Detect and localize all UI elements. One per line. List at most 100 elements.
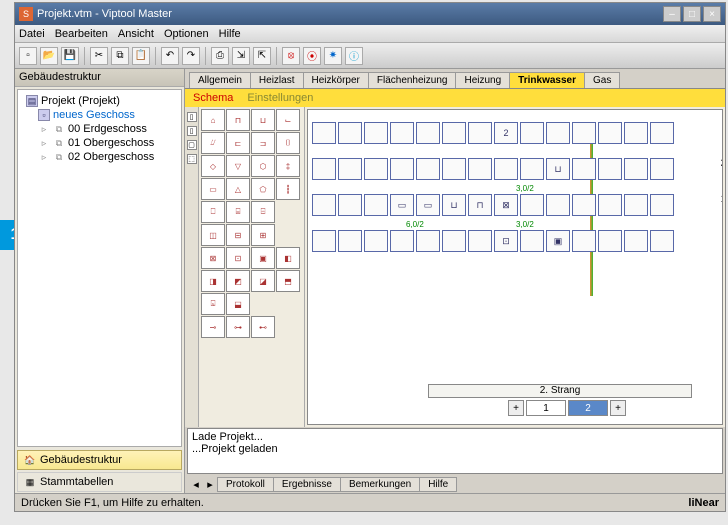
slot[interactable]: [650, 230, 674, 252]
slot[interactable]: ▣: [546, 230, 570, 252]
menu-datei[interactable]: Datei: [19, 28, 45, 40]
slot[interactable]: [364, 230, 388, 252]
slot[interactable]: [624, 122, 648, 144]
slot[interactable]: [520, 122, 544, 144]
slot[interactable]: [312, 194, 336, 216]
tab-allgemein[interactable]: Allgemein: [189, 72, 251, 88]
slot[interactable]: [390, 230, 414, 252]
nav-gebaeudestruktur[interactable]: 🏠 Gebäudestruktur: [17, 450, 182, 470]
tb-copy-icon[interactable]: ⧉: [111, 47, 129, 65]
fixture-icon[interactable]: ⬡: [251, 155, 275, 177]
tb-info-icon[interactable]: ⓘ: [345, 47, 363, 65]
tree[interactable]: ▤ Projekt (Projekt) ▫ neues Geschoss ▹ ⧉…: [17, 89, 182, 447]
slot[interactable]: 2: [494, 122, 518, 144]
fixture-icon[interactable]: ⊷: [251, 316, 275, 338]
fixture-icon[interactable]: ◩: [226, 270, 250, 292]
fixture-icon[interactable]: ⌂: [201, 109, 225, 131]
slot[interactable]: [442, 158, 466, 180]
expand-icon[interactable]: ▹: [38, 151, 50, 163]
expand-icon[interactable]: ▹: [38, 123, 50, 135]
btab-ergebnisse[interactable]: Ergebnisse: [273, 477, 341, 492]
slot[interactable]: ⊡: [494, 230, 518, 252]
rail-btn-3[interactable]: ▢: [187, 140, 197, 150]
fixture-icon[interactable]: ⬓: [226, 293, 250, 315]
btab-protokoll[interactable]: Protokoll: [217, 477, 274, 492]
tb-cut-icon[interactable]: ✂: [90, 47, 108, 65]
menu-bearbeiten[interactable]: Bearbeiten: [55, 28, 108, 40]
tb-print-icon[interactable]: ⎙: [211, 47, 229, 65]
slot[interactable]: [364, 194, 388, 216]
slot[interactable]: [572, 158, 596, 180]
fixture-icon[interactable]: ⌷: [276, 132, 300, 154]
btab-bemerkungen[interactable]: Bemerkungen: [340, 477, 420, 492]
strang-value-1[interactable]: 1: [526, 400, 566, 416]
slot[interactable]: [572, 230, 596, 252]
slot[interactable]: [520, 158, 544, 180]
slot[interactable]: [598, 194, 622, 216]
expand-icon[interactable]: ▹: [38, 137, 50, 149]
slot[interactable]: [520, 230, 544, 252]
fixture-icon[interactable]: ◪: [251, 270, 275, 292]
tb-paste-icon[interactable]: 📋: [132, 47, 150, 65]
slot[interactable]: [624, 158, 648, 180]
slot[interactable]: [650, 194, 674, 216]
slot[interactable]: ⊓: [468, 194, 492, 216]
fixture-icon[interactable]: ◧: [276, 247, 300, 269]
tab-heizlast[interactable]: Heizlast: [250, 72, 304, 88]
btab-scroll-left[interactable]: ◂: [189, 478, 203, 491]
slot[interactable]: [338, 122, 362, 144]
fixture-icon[interactable]: ‡: [276, 155, 300, 177]
slot[interactable]: [312, 158, 336, 180]
tree-item-eg[interactable]: ▹ ⧉ 00 Erdgeschoss: [22, 122, 177, 136]
tree-root[interactable]: ▤ Projekt (Projekt): [22, 94, 177, 108]
slot[interactable]: [390, 122, 414, 144]
fixture-icon[interactable]: ⌺: [201, 293, 225, 315]
fixture-icon[interactable]: ⊸: [201, 316, 225, 338]
slot[interactable]: [338, 230, 362, 252]
tb-redo-icon[interactable]: ↷: [182, 47, 200, 65]
tree-item-og1[interactable]: ▹ ⧉ 01 Obergeschoss: [22, 136, 177, 150]
fixture-icon[interactable]: ⊐: [251, 132, 275, 154]
slot[interactable]: [546, 122, 570, 144]
slot[interactable]: [364, 158, 388, 180]
fixture-icon[interactable]: ⌰: [201, 132, 225, 154]
tb-import-icon[interactable]: ⇱: [253, 47, 271, 65]
slot[interactable]: [520, 194, 544, 216]
slot[interactable]: [546, 194, 570, 216]
schema-canvas[interactable]: 2 ⊔ 2 3,0/2 ▭▭⊔⊓⊠ 1 6,0/2 3,0/2 ⊡▣: [307, 109, 723, 425]
fixture-icon[interactable]: ◫: [201, 224, 225, 246]
tb-warn-icon[interactable]: ⦿: [303, 47, 321, 65]
slot[interactable]: ▭: [416, 194, 440, 216]
tab-heizung[interactable]: Heizung: [455, 72, 510, 88]
slot[interactable]: [650, 158, 674, 180]
fixture-icon[interactable]: ◨: [201, 270, 225, 292]
menu-optionen[interactable]: Optionen: [164, 28, 209, 40]
slot[interactable]: [416, 158, 440, 180]
tb-export-icon[interactable]: ⇲: [232, 47, 250, 65]
strang-value-2[interactable]: 2: [568, 400, 608, 416]
slot[interactable]: [312, 230, 336, 252]
fixture-icon[interactable]: △: [226, 178, 250, 200]
tab-gas[interactable]: Gas: [584, 72, 620, 88]
slot[interactable]: [598, 158, 622, 180]
tab-flaechenheizung[interactable]: Flächenheizung: [368, 72, 457, 88]
tab-heizkoerper[interactable]: Heizkörper: [303, 72, 369, 88]
slot[interactable]: [442, 122, 466, 144]
slot[interactable]: [598, 122, 622, 144]
fixture-icon[interactable]: ⊟: [226, 224, 250, 246]
strang-prev-button[interactable]: +: [508, 400, 524, 416]
fixture-icon[interactable]: ⌹: [251, 201, 275, 223]
slot[interactable]: ⊠: [494, 194, 518, 216]
rail-btn-4[interactable]: ⬚: [187, 154, 197, 164]
fixture-icon[interactable]: ⊔: [251, 109, 275, 131]
fixture-icon[interactable]: ▽: [226, 155, 250, 177]
fixture-icon[interactable]: ⊠: [201, 247, 225, 269]
tb-save-icon[interactable]: 💾: [61, 47, 79, 65]
fixture-icon[interactable]: ◇: [201, 155, 225, 177]
maximize-button[interactable]: □: [683, 6, 701, 22]
slot[interactable]: [468, 158, 492, 180]
fixture-icon[interactable]: ⬒: [276, 270, 300, 292]
fixture-icon[interactable]: ▭: [201, 178, 225, 200]
tb-stop-icon[interactable]: ⦻: [282, 47, 300, 65]
tb-undo-icon[interactable]: ↶: [161, 47, 179, 65]
